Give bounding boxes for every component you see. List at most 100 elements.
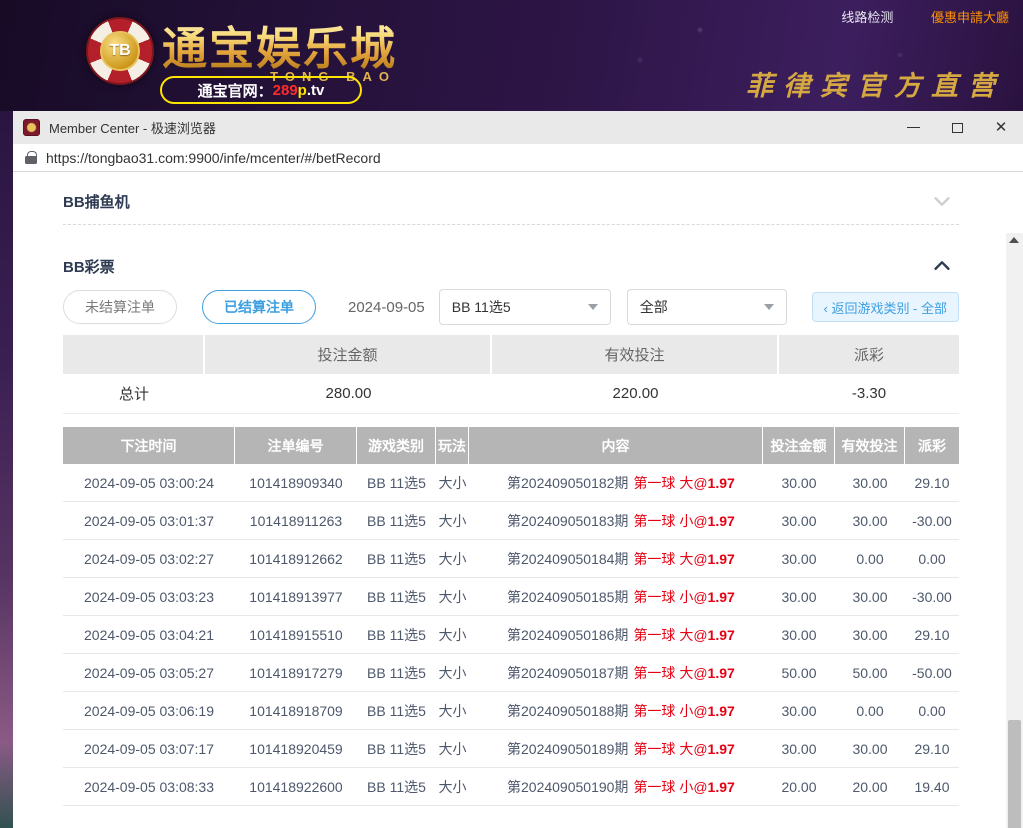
cell-time: 2024-09-05 03:01:37 <box>63 502 235 540</box>
site-number: 289 <box>273 82 298 99</box>
cell-bet-amount: 30.00 <box>763 616 835 654</box>
cell-bet-amount: 30.00 <box>763 730 835 768</box>
table-row: 2024-09-05 03:06:19 101418918709 BB 11选5… <box>63 692 959 730</box>
cell-play: 大小 <box>436 692 469 730</box>
url-text[interactable]: https://tongbao31.com:9900/infe/mcenter/… <box>46 150 381 166</box>
cell-bet-id: 101418918709 <box>235 692 357 730</box>
desktop-left-strip <box>0 111 13 828</box>
close-button[interactable]: ✕ <box>979 111 1023 144</box>
cell-content: 第202409050187期 第一球 大@1.97 <box>469 654 763 692</box>
cell-time: 2024-09-05 03:02:27 <box>63 540 235 578</box>
content-odds: 1.97 <box>708 513 735 529</box>
table-body: 2024-09-05 03:00:24 101418909340 BB 11选5… <box>63 464 959 806</box>
cell-bet-amount: 30.00 <box>763 540 835 578</box>
content-pick: 第一球 小@1.97 <box>633 511 734 531</box>
content-pick: 第一球 大@1.97 <box>633 739 734 759</box>
table-row: 2024-09-05 03:01:37 101418911263 BB 11选5… <box>63 502 959 540</box>
content-odds: 1.97 <box>708 665 735 681</box>
cell-content: 第202409050190期 第一球 小@1.97 <box>469 768 763 806</box>
scrollbar[interactable] <box>1006 233 1023 828</box>
cell-time: 2024-09-05 03:07:17 <box>63 730 235 768</box>
cell-content: 第202409050185期 第一球 小@1.97 <box>469 578 763 616</box>
address-bar[interactable]: https://tongbao31.com:9900/infe/mcenter/… <box>13 144 1023 172</box>
content-period: 第202409050186期 <box>507 625 628 645</box>
line-check-link[interactable]: 线路检测 <box>841 10 893 25</box>
site-p: p <box>298 82 307 99</box>
summary-header-row: 投注金额 有效投注 派彩 <box>63 335 959 374</box>
cell-valid-bet: 30.00 <box>835 616 905 654</box>
chevron-down-icon[interactable] <box>931 190 953 212</box>
chevron-up-icon[interactable] <box>931 255 953 277</box>
content-period: 第202409050184期 <box>507 549 628 569</box>
content-pick: 第一球 小@1.97 <box>633 701 734 721</box>
cell-valid-bet: 30.00 <box>835 578 905 616</box>
cell-play: 大小 <box>436 768 469 806</box>
col-header-bet: 投注金额 <box>763 427 835 464</box>
favicon-icon <box>23 119 40 136</box>
summary-total-label: 总计 <box>63 374 205 414</box>
page-content: BB捕鱼机 BB彩票 未结算注单 已结算注单 2024-09-05 BB 11选… <box>13 172 1023 828</box>
cell-valid-bet: 20.00 <box>835 768 905 806</box>
content-odds: 1.97 <box>708 589 735 605</box>
table-header-row: 下注时间 注单编号 游戏类别 玩法 内容 投注金额 有效投注 派彩 <box>63 427 959 464</box>
table-row: 2024-09-05 03:04:21 101418915510 BB 11选5… <box>63 616 959 654</box>
filter-bar: 未结算注单 已结算注单 2024-09-05 BB 11选5 全部 ‹ 返回游戏… <box>63 289 959 325</box>
table-row: 2024-09-05 03:08:33 101418922600 BB 11选5… <box>63 768 959 806</box>
back-to-categories-link[interactable]: ‹ 返回游戏类别 - 全部 <box>812 292 960 322</box>
content-pick: 第一球 大@1.97 <box>633 625 734 645</box>
official-slogan: 菲律宾官方直营 <box>746 64 1005 103</box>
chip-tb-label: TB <box>100 31 140 71</box>
cell-play: 大小 <box>436 654 469 692</box>
maximize-button[interactable] <box>935 111 979 144</box>
cell-play: 大小 <box>436 540 469 578</box>
site-label: 通宝官网： <box>198 80 273 101</box>
cell-game: BB 11选5 <box>357 768 436 806</box>
cell-content: 第202409050184期 第一球 大@1.97 <box>469 540 763 578</box>
cell-content: 第202409050183期 第一球 小@1.97 <box>469 502 763 540</box>
content-period: 第202409050183期 <box>507 511 628 531</box>
cell-content: 第202409050186期 第一球 大@1.97 <box>469 616 763 654</box>
cell-valid-bet: 30.00 <box>835 464 905 502</box>
cell-payout: 29.10 <box>905 464 959 502</box>
cell-bet-id: 101418915510 <box>235 616 357 654</box>
cell-game: BB 11选5 <box>357 616 436 654</box>
cell-valid-bet: 30.00 <box>835 502 905 540</box>
cell-game: BB 11选5 <box>357 692 436 730</box>
lock-icon <box>25 151 37 165</box>
unsettled-bets-button[interactable]: 未结算注单 <box>63 290 177 324</box>
cell-bet-id: 101418909340 <box>235 464 357 502</box>
date-label[interactable]: 2024-09-05 <box>348 299 425 316</box>
settled-bets-button[interactable]: 已结算注单 <box>202 290 316 324</box>
content-period: 第202409050190期 <box>507 777 628 797</box>
content-odds: 1.97 <box>708 627 735 643</box>
summary-total-row: 总计 280.00 220.00 -3.30 <box>63 374 959 414</box>
cell-game: BB 11选5 <box>357 464 436 502</box>
minimize-button[interactable] <box>891 111 935 144</box>
content-period: 第202409050189期 <box>507 739 628 759</box>
section-lottery-header[interactable]: BB彩票 <box>63 251 959 281</box>
brand-title: 通宝娱乐城 <box>162 12 402 77</box>
col-header-bet-id: 注单编号 <box>235 427 357 464</box>
section-fishing-header[interactable]: BB捕鱼机 <box>63 186 959 216</box>
top-banner: TB 通宝娱乐城 TONG BAO 通宝官网： 289 p .tv 线路检测 優… <box>0 0 1023 111</box>
section-lottery-title: BB彩票 <box>63 256 115 277</box>
cell-play: 大小 <box>436 616 469 654</box>
scrollbar-thumb[interactable] <box>1008 720 1021 828</box>
cell-payout: -50.00 <box>905 654 959 692</box>
cell-valid-bet: 30.00 <box>835 730 905 768</box>
promo-hall-link[interactable]: 優惠申請大廳 <box>931 10 1009 25</box>
playtype-select[interactable]: 全部 <box>627 289 787 325</box>
cell-game: BB 11选5 <box>357 540 436 578</box>
game-select-value: BB 11选5 <box>452 297 511 317</box>
minimize-icon <box>907 127 920 128</box>
game-select[interactable]: BB 11选5 <box>439 289 611 325</box>
content-odds: 1.97 <box>708 741 735 757</box>
cell-play: 大小 <box>436 730 469 768</box>
scroll-up-icon[interactable] <box>1009 237 1019 243</box>
cell-bet-id: 101418917279 <box>235 654 357 692</box>
cell-valid-bet: 0.00 <box>835 692 905 730</box>
cell-play: 大小 <box>436 502 469 540</box>
content-period: 第202409050185期 <box>507 587 628 607</box>
cell-bet-amount: 30.00 <box>763 502 835 540</box>
cell-content: 第202409050189期 第一球 大@1.97 <box>469 730 763 768</box>
